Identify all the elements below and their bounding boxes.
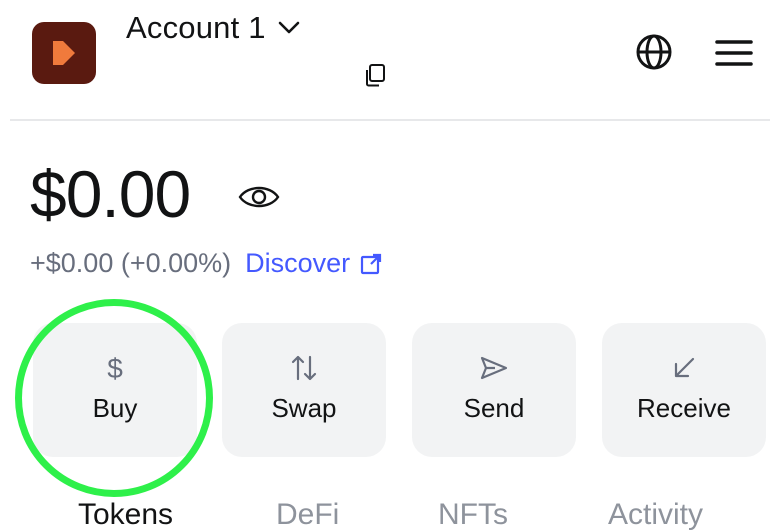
buy-label: Buy <box>92 393 138 423</box>
network-button[interactable] <box>634 32 674 72</box>
tab-defi[interactable]: DeFi <box>276 498 339 531</box>
copy-address-button[interactable] <box>362 62 388 88</box>
balance-change-row: +$0.00 (+0.00%) Discover <box>30 248 382 279</box>
tab-nfts[interactable]: NFTs <box>438 498 508 531</box>
toggle-balance-visibility-button[interactable] <box>236 181 282 213</box>
eye-icon <box>238 186 280 208</box>
total-balance: $0.00 <box>30 157 191 231</box>
swap-arrows-icon <box>289 351 319 385</box>
globe-icon <box>636 34 672 70</box>
account-selector[interactable]: Account 1 <box>126 10 300 46</box>
buy-button[interactable]: $ Buy <box>33 323 197 457</box>
tab-activity[interactable]: Activity <box>608 498 703 531</box>
receive-label: Receive <box>637 393 731 423</box>
receive-arrow-icon <box>671 351 697 385</box>
svg-text:$: $ <box>107 353 123 384</box>
discover-label: Discover <box>245 248 351 278</box>
swap-label: Swap <box>271 393 337 423</box>
copy-icon <box>366 64 385 87</box>
dollar-icon: $ <box>105 351 125 385</box>
receive-button[interactable]: Receive <box>602 323 766 457</box>
tab-tokens[interactable]: Tokens <box>78 498 173 531</box>
menu-button[interactable] <box>714 36 754 70</box>
swap-button[interactable]: Swap <box>222 323 386 457</box>
wallet-home: Account 1 $0.00 +$0.00 (+0.00%) Discover… <box>0 0 770 531</box>
external-link-icon <box>361 253 382 274</box>
send-icon <box>479 351 509 385</box>
account-logo-icon <box>53 41 75 65</box>
menu-icon <box>715 40 753 66</box>
send-label: Send <box>463 393 525 423</box>
send-button[interactable]: Send <box>412 323 576 457</box>
chevron-down-icon <box>278 21 299 34</box>
account-avatar[interactable] <box>32 22 96 84</box>
account-name-label: Account 1 <box>126 10 266 45</box>
header-divider <box>10 119 770 121</box>
discover-link[interactable]: Discover <box>245 248 382 279</box>
balance-change: +$0.00 (+0.00%) <box>30 248 232 278</box>
